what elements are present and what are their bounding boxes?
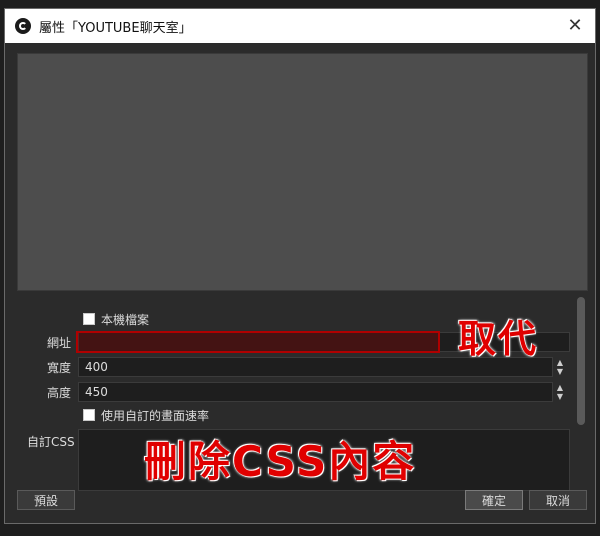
defaults-button[interactable]: 預設 (17, 490, 75, 510)
delete-css-annotation: 刪除CSS內容 (144, 437, 417, 486)
cancel-button[interactable]: 取消 (529, 490, 587, 510)
window-title: 屬性「YOUTUBE聊天室」 (39, 20, 192, 36)
custom-fps-label: 使用自訂的畫面速率 (101, 409, 210, 423)
local-file-checkbox[interactable] (83, 313, 95, 325)
width-spinner[interactable]: ▲ ▼ (554, 358, 566, 376)
url-label: 網址 (47, 336, 72, 350)
title-bar: 屬性「YOUTUBE聊天室」 ✕ (5, 9, 595, 43)
height-value: 450 (85, 385, 108, 399)
obs-icon (15, 18, 31, 34)
custom-fps-checkbox[interactable] (83, 409, 95, 421)
local-file-label: 本機檔案 (101, 313, 150, 327)
height-label: 高度 (47, 386, 72, 400)
replace-annotation: 取代 (458, 317, 539, 361)
custom-css-label: 自訂CSS (27, 435, 75, 449)
width-label: 寬度 (47, 361, 72, 375)
ok-button[interactable]: 確定 (465, 490, 523, 510)
height-spinner[interactable]: ▲ ▼ (554, 383, 566, 401)
height-input[interactable]: 450 ▲ ▼ (78, 382, 563, 402)
url-highlight-box (76, 331, 440, 353)
width-value: 400 (85, 360, 108, 374)
close-icon[interactable]: ✕ (565, 16, 585, 36)
properties-scrollbar[interactable] (577, 297, 585, 425)
preview-area (17, 53, 588, 291)
